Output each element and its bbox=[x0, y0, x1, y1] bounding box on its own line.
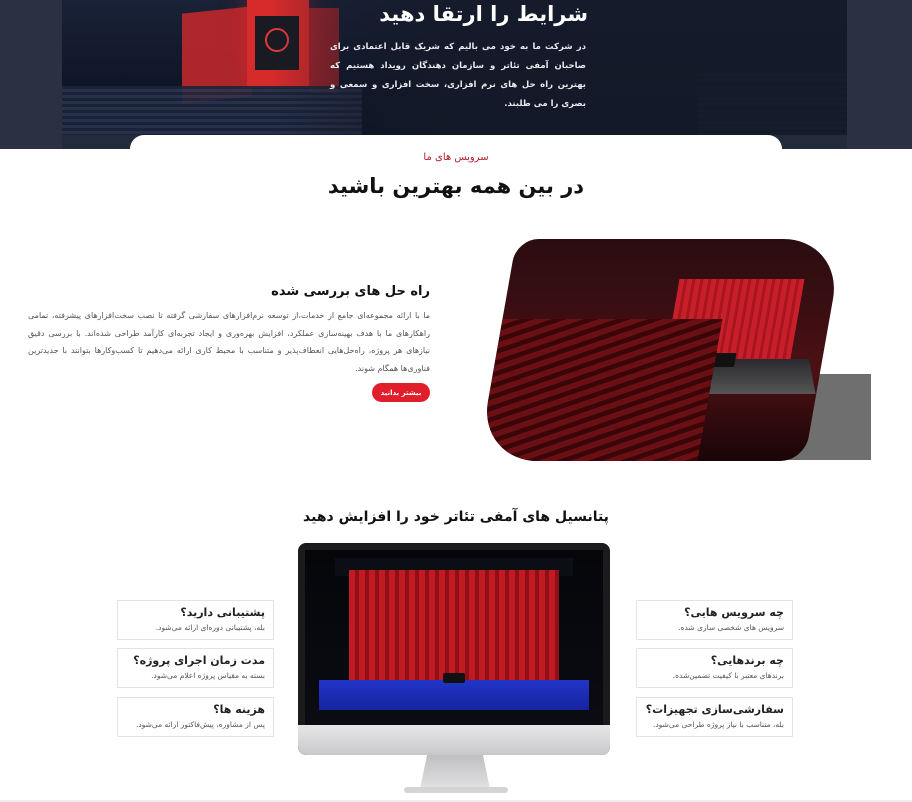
learn-more-button[interactable]: بیشتر بدانید bbox=[372, 383, 430, 402]
faq-answer: پس از مشاوره، پیش‌فاکتور ارائه می‌شود. bbox=[135, 720, 265, 729]
imac-chin bbox=[298, 725, 610, 755]
faq-card[interactable]: پشتیبانی دارید؟ بله، پشتیبانی دوره‌ای ار… bbox=[117, 600, 274, 640]
faq-question: هزینه ها؟ bbox=[213, 703, 265, 716]
feature-heading: راه حل های بررسی شده bbox=[271, 284, 430, 299]
faq-card[interactable]: چه برندهایی؟ برندهای معتبر با کیفیت تضمی… bbox=[636, 648, 793, 688]
faq-question: مدت زمان اجرای پروژه؟ bbox=[133, 654, 265, 667]
imac-stand bbox=[420, 755, 490, 789]
potential-title: پتانسیل های آمفی تئاتر خود را افزایش دهی… bbox=[303, 509, 609, 525]
faq-card[interactable]: مدت زمان اجرای پروژه؟ بسته به مقیاس پروژ… bbox=[117, 648, 274, 688]
faq-question: سفارشی‌سازی تجهیزات؟ bbox=[645, 703, 784, 716]
feature-theater-image bbox=[477, 239, 844, 461]
imac-stand-base bbox=[404, 787, 508, 793]
faq-answer: بسته به مقیاس پروژه اعلام می‌شود. bbox=[151, 671, 265, 680]
hero-description: در شرکت ما به خود می بالیم که شریک قابل … bbox=[330, 42, 586, 109]
hero-side-left bbox=[0, 0, 62, 149]
faq-question: پشتیبانی دارید؟ bbox=[180, 606, 265, 619]
hero-section: شرایط را ارتقا دهید در شرکت ما به خود می… bbox=[0, 0, 912, 149]
faq-question: چه برندهایی؟ bbox=[710, 654, 784, 667]
services-title: در بین همه بهترین باشید bbox=[327, 174, 585, 198]
hero-title: شرایط را ارتقا دهید bbox=[379, 2, 588, 26]
imac-screen-image bbox=[305, 550, 603, 725]
imac-mockup bbox=[298, 543, 610, 755]
feature-description: ما با ارائه مجموعه‌ای جامع از خدمات،از ت… bbox=[28, 311, 430, 373]
faq-answer: برندهای معتبر با کیفیت تضمین‌شده. bbox=[672, 671, 784, 680]
faq-card[interactable]: سفارشی‌سازی تجهیزات؟ بله، متناسب با نیاز… bbox=[636, 697, 793, 737]
faq-card[interactable]: چه سرویس هایی؟ سرویس های شخصی سازی شده. bbox=[636, 600, 793, 640]
hero-bottom-curve bbox=[130, 135, 782, 149]
faq-question: چه سرویس هایی؟ bbox=[684, 606, 784, 619]
faq-answer: سرویس های شخصی سازی شده. bbox=[678, 623, 784, 632]
faq-answer: بله، متناسب با نیاز پروژه طراحی می‌شود. bbox=[652, 720, 784, 729]
faq-answer: بله، پشتیبانی دوره‌ای ارائه می‌شود. bbox=[155, 623, 265, 632]
hero-side-right bbox=[847, 0, 912, 149]
services-kicker: سرویس های ما bbox=[423, 152, 489, 163]
faq-card[interactable]: هزینه ها؟ پس از مشاوره، پیش‌فاکتور ارائه… bbox=[117, 697, 274, 737]
